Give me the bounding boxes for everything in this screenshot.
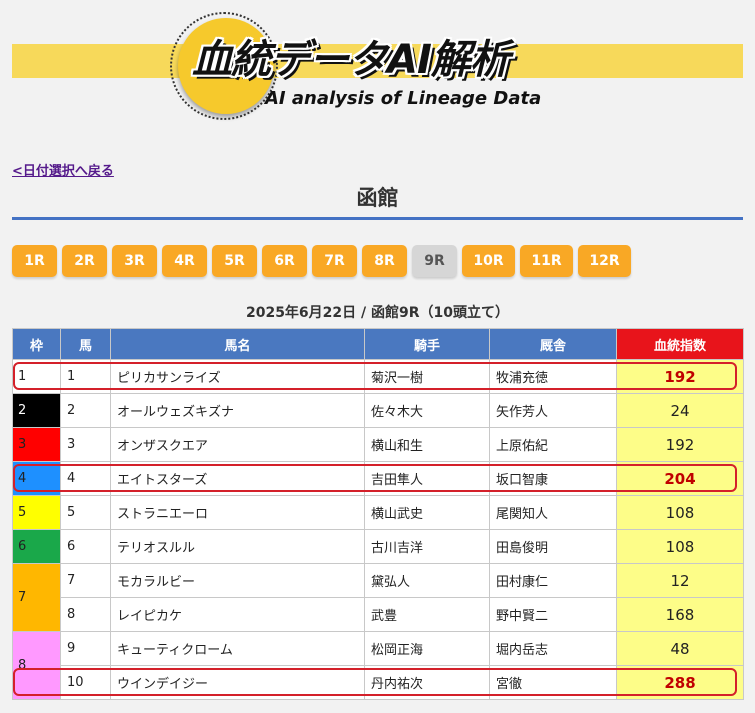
table-row: 8 レイピカケ 武豊 野中賢二 168 xyxy=(13,597,744,632)
cell-horse-name: テリオスルル xyxy=(110,529,365,564)
cell-umaban: 3 xyxy=(60,427,111,462)
race-button-9r[interactable]: 9R xyxy=(412,245,457,277)
cell-horse-name: ウインデイジー xyxy=(110,665,365,700)
cell-jockey: 丹内祐次 xyxy=(364,665,490,700)
cell-lineage-index: 24 xyxy=(616,393,744,428)
cell-umaban: 5 xyxy=(60,495,111,530)
table-row: 3 3 オンザスクエア 横山和生 上原佑紀 192 xyxy=(12,427,744,462)
cell-lineage-index: 204 xyxy=(616,461,744,496)
site-header: 血統データAI解析 AI analysis of Lineage Data xyxy=(0,0,755,150)
race-button-11r[interactable]: 11R xyxy=(520,245,573,277)
header-horse-name: 馬名 xyxy=(110,328,365,360)
cell-horse-name: オンザスクエア xyxy=(110,427,365,462)
cell-waku: 6 xyxy=(12,529,61,564)
cell-trainer: 牧浦充徳 xyxy=(489,359,617,394)
cell-jockey: 菊沢一樹 xyxy=(364,359,490,394)
table-header-row: 枠 馬 馬名 騎手 厩舎 血統指数 xyxy=(12,328,744,360)
cell-trainer: 野中賢二 xyxy=(489,597,617,632)
cell-trainer: 堀内岳志 xyxy=(489,631,617,666)
cell-umaban: 9 xyxy=(60,631,111,666)
cell-lineage-index: 192 xyxy=(616,427,744,462)
cell-trainer: 田村康仁 xyxy=(489,563,617,598)
venue-title: 函館 xyxy=(356,186,399,210)
race-button-8r[interactable]: 8R xyxy=(362,245,407,277)
cell-umaban: 10 xyxy=(60,665,111,700)
cell-waku: 7 xyxy=(12,563,61,632)
cell-trainer: 尾関知人 xyxy=(489,495,617,530)
cell-trainer: 矢作芳人 xyxy=(489,393,617,428)
cell-jockey: 古川吉洋 xyxy=(364,529,490,564)
cell-trainer: 上原佑紀 xyxy=(489,427,617,462)
cell-lineage-index: 108 xyxy=(616,529,744,564)
header-trainer: 厩舎 xyxy=(489,328,617,360)
cell-trainer: 宮徹 xyxy=(489,665,617,700)
race-button-10r[interactable]: 10R xyxy=(462,245,515,277)
cell-horse-name: ストラニエーロ xyxy=(110,495,365,530)
cell-horse-name: レイピカケ xyxy=(110,597,365,632)
cell-waku: 2 xyxy=(12,393,61,428)
cell-umaban: 8 xyxy=(60,597,111,632)
cell-jockey: 武豊 xyxy=(364,597,490,632)
cell-lineage-index: 12 xyxy=(616,563,744,598)
cell-horse-name: オールウェズキズナ xyxy=(110,393,365,428)
cell-waku: 1 xyxy=(12,359,61,394)
logo-subtitle: AI analysis of Lineage Data xyxy=(265,88,542,109)
table-row: 4 4 エイトスターズ 吉田隼人 坂口智康 204 xyxy=(12,461,744,496)
back-to-date-select-link[interactable]: <日付選択へ戻る xyxy=(12,160,114,179)
cell-trainer: 坂口智康 xyxy=(489,461,617,496)
race-button-4r[interactable]: 4R xyxy=(162,245,207,277)
logo-title: 血統データAI解析 xyxy=(192,37,510,83)
cell-lineage-index: 108 xyxy=(616,495,744,530)
cell-horse-name: エイトスターズ xyxy=(110,461,365,496)
cell-horse-name: キューティクローム xyxy=(110,631,365,666)
race-button-7r[interactable]: 7R xyxy=(312,245,357,277)
cell-umaban: 7 xyxy=(60,563,111,598)
table-row: 1 1 ピリカサンライズ 菊沢一樹 牧浦充徳 192 xyxy=(12,359,744,394)
cell-umaban: 6 xyxy=(60,529,111,564)
cell-horse-name: モカラルビー xyxy=(110,563,365,598)
cell-trainer: 田島俊明 xyxy=(489,529,617,564)
entries-table: 枠 馬 馬名 騎手 厩舎 血統指数 1 1 ピリカサンライズ 菊沢一樹 牧浦充徳 192 2… xyxy=(12,328,744,700)
cell-jockey: 横山和生 xyxy=(364,427,490,462)
race-button-2r[interactable]: 2R xyxy=(62,245,107,277)
header-jockey: 騎手 xyxy=(364,328,490,360)
cell-lineage-index: 192 xyxy=(616,359,744,394)
cell-umaban: 4 xyxy=(60,461,111,496)
table-row: 8 9 キューティクローム 松岡正海 堀内岳志 48 xyxy=(12,631,744,700)
table-row: 10 ウインデイジー 丹内祐次 宮徹 288 xyxy=(13,665,744,700)
cell-jockey: 松岡正海 xyxy=(364,631,490,666)
header-umaban: 馬 xyxy=(60,328,111,360)
cell-umaban: 2 xyxy=(60,393,111,428)
header-waku: 枠 xyxy=(12,328,61,360)
table-row: 2 2 オールウェズキズナ 佐々木大 矢作芳人 24 xyxy=(12,393,744,428)
race-button-5r[interactable]: 5R xyxy=(212,245,257,277)
race-button-12r[interactable]: 12R xyxy=(578,245,631,277)
cell-jockey: 黛弘人 xyxy=(364,563,490,598)
cell-horse-name: ピリカサンライズ xyxy=(110,359,365,394)
table-row: 6 6 テリオスルル 古川吉洋 田島俊明 108 xyxy=(12,529,744,564)
table-row: 7 7 モカラルビー 黛弘人 田村康仁 12 xyxy=(12,563,744,632)
cell-umaban: 1 xyxy=(60,359,111,394)
cell-jockey: 吉田隼人 xyxy=(364,461,490,496)
venue-divider xyxy=(12,217,743,220)
cell-lineage-index: 48 xyxy=(616,631,744,666)
race-button-6r[interactable]: 6R xyxy=(262,245,307,277)
race-button-1r[interactable]: 1R xyxy=(12,245,57,277)
header-lineage-index: 血統指数 xyxy=(616,328,744,360)
cell-waku: 5 xyxy=(12,495,61,530)
cell-jockey: 佐々木大 xyxy=(364,393,490,428)
cell-waku: 4 xyxy=(12,461,61,496)
table-row: 5 5 ストラニエーロ 横山武史 尾関知人 108 xyxy=(12,495,744,530)
race-button-3r[interactable]: 3R xyxy=(112,245,157,277)
cell-waku: 8 xyxy=(12,631,61,700)
cell-waku: 3 xyxy=(12,427,61,462)
cell-jockey: 横山武史 xyxy=(364,495,490,530)
race-info: 2025年6月22日 / 函館9R（10頭立て） xyxy=(245,305,510,321)
cell-lineage-index: 168 xyxy=(616,597,744,632)
cell-lineage-index: 288 xyxy=(616,665,744,700)
